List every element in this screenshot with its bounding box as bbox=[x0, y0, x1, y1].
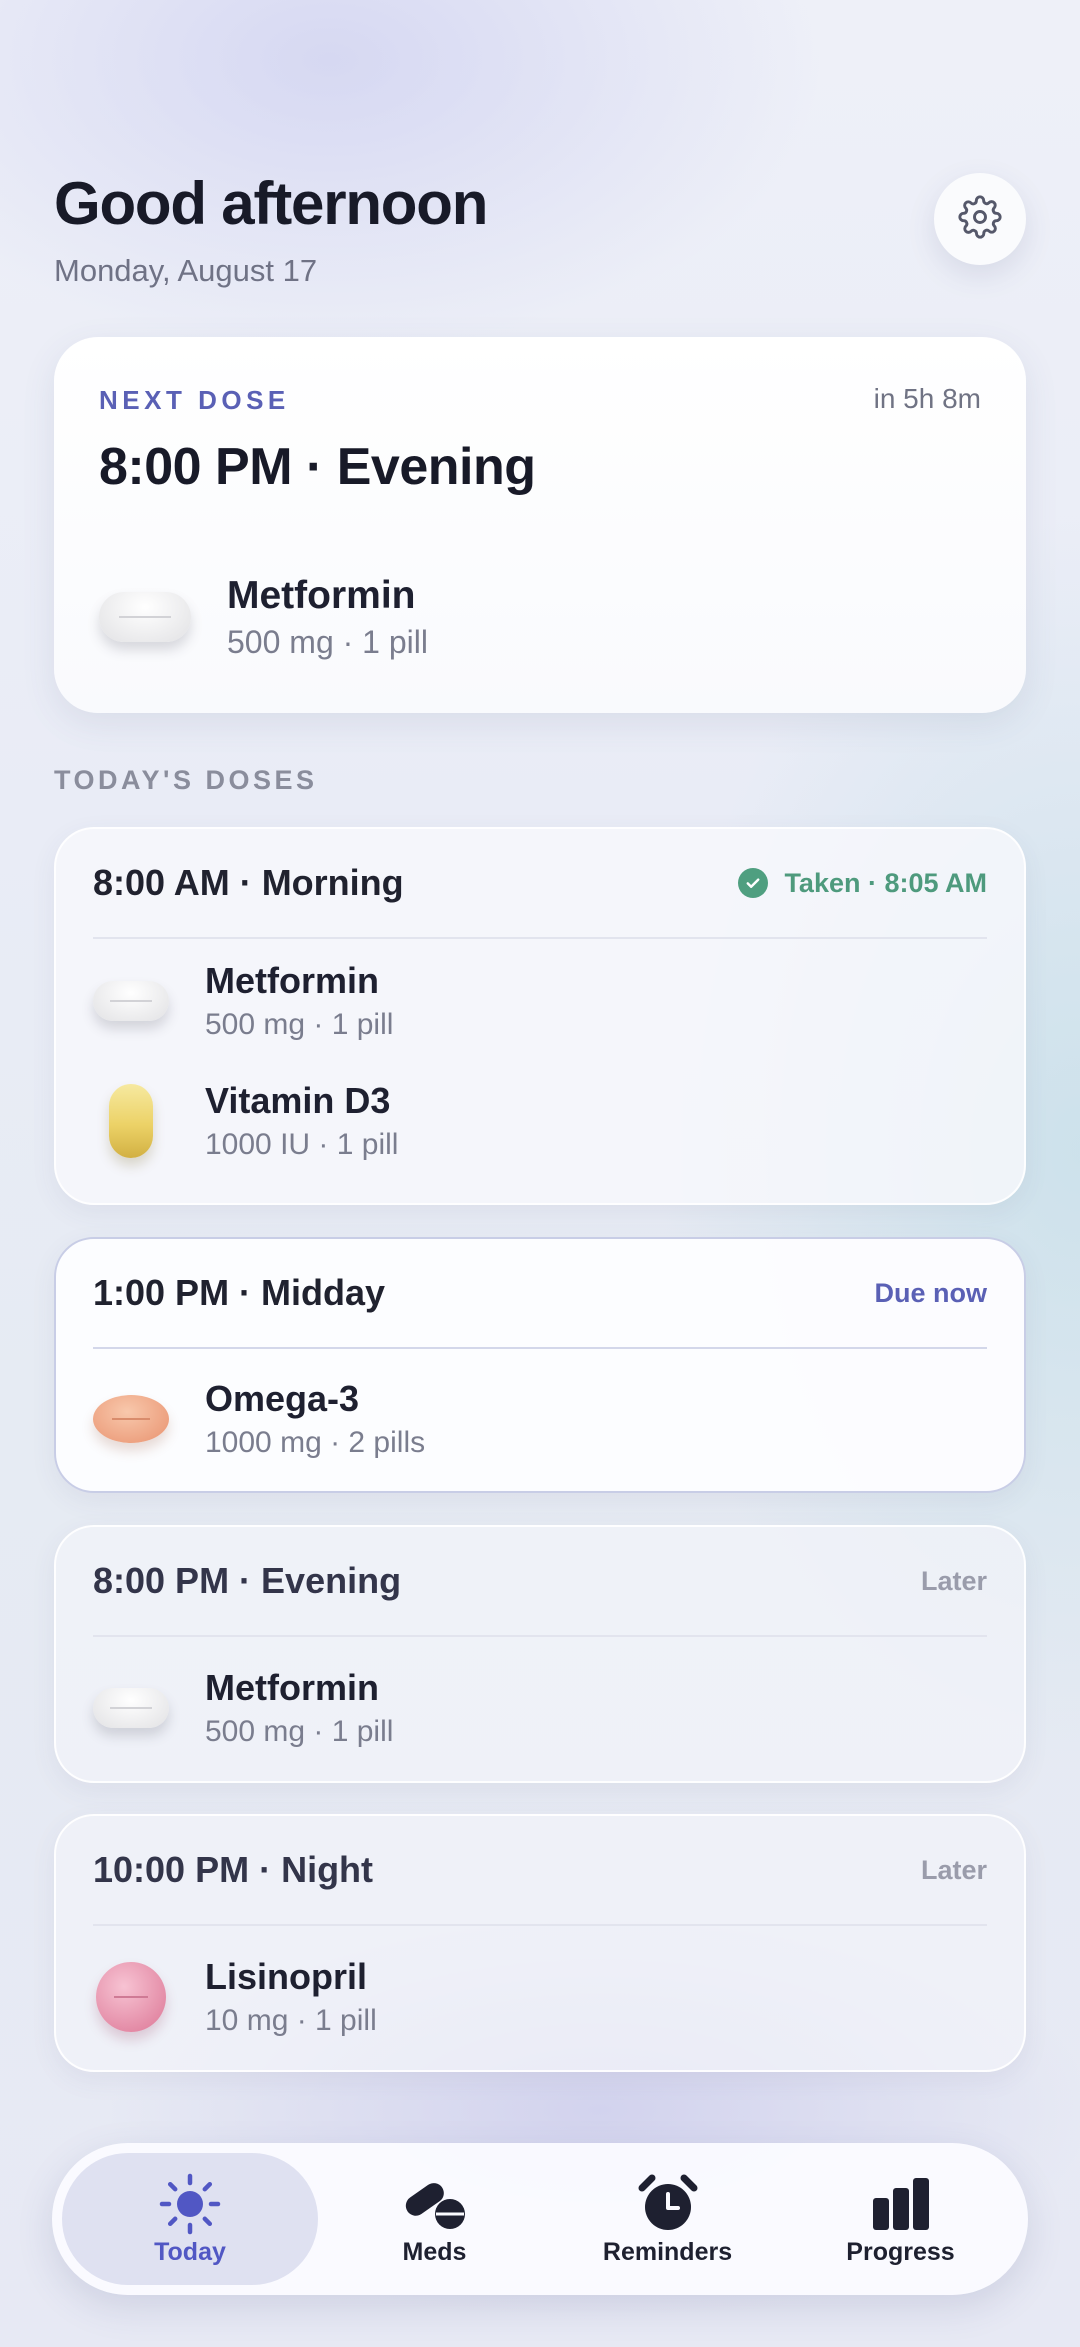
next-dose-card[interactable]: NEXT DOSE in 5h 8m 8:00 PM · Evening Met… bbox=[54, 337, 1026, 713]
section-title-todays-doses: TODAY'S DOSES bbox=[54, 765, 318, 795]
divider bbox=[93, 937, 987, 939]
tab-today[interactable]: Today bbox=[62, 2153, 318, 2285]
dose-time: 8:00 AM · Morning bbox=[93, 862, 404, 903]
status-badge: Later bbox=[920, 1565, 987, 1596]
bottom-tab-bar: Today Meds Reminders Progress bbox=[52, 2143, 1028, 2295]
orange-oval-pill bbox=[93, 1374, 169, 1464]
med-detail: 1000 IU · 1 pill bbox=[205, 1128, 399, 1161]
tab-label: Meds bbox=[402, 2237, 467, 2266]
next-dose-label: NEXT DOSE bbox=[99, 385, 290, 415]
list-item: Omega-3 1000 mg · 2 pills bbox=[56, 1349, 1024, 1489]
white-oval-pill bbox=[99, 572, 191, 662]
dose-card-midday[interactable]: 1:00 PM · Midday Due now Omega-3 1000 mg… bbox=[54, 1237, 1026, 1493]
date-subtitle: Monday, August 17 bbox=[54, 253, 318, 288]
greeting-title: Good afternoon bbox=[54, 170, 488, 237]
tab-label: Today bbox=[154, 2237, 226, 2266]
med-name: Vitamin D3 bbox=[205, 1080, 391, 1121]
dose-card-evening[interactable]: 8:00 PM · Evening Later Metformin 500 mg… bbox=[54, 1525, 1026, 1783]
pills-icon bbox=[400, 2172, 470, 2236]
tab-reminders[interactable]: Reminders bbox=[551, 2153, 784, 2285]
list-item: Metformin 500 mg · 1 pill bbox=[56, 941, 1024, 1061]
med-detail: 1000 mg · 2 pills bbox=[205, 1426, 426, 1459]
white-oval-pill bbox=[93, 1663, 169, 1753]
tab-label: Progress bbox=[846, 2237, 955, 2266]
yellow-capsule bbox=[93, 1076, 169, 1166]
dose-time: 8:00 PM · Evening bbox=[93, 1560, 402, 1601]
next-dose-time: 8:00 PM · Evening bbox=[99, 438, 536, 496]
med-detail: 500 mg · 1 pill bbox=[227, 623, 428, 660]
med-detail: 500 mg · 1 pill bbox=[205, 1008, 394, 1041]
med-detail: 500 mg · 1 pill bbox=[205, 1715, 394, 1748]
dose-time: 10:00 PM · Night bbox=[93, 1849, 374, 1890]
tab-progress[interactable]: Progress bbox=[784, 2153, 1017, 2285]
dose-card-morning[interactable]: 8:00 AM · Morning Taken · 8:05 AM Metfor… bbox=[54, 827, 1026, 1205]
tab-meds[interactable]: Meds bbox=[318, 2153, 551, 2285]
med-name: Metformin bbox=[227, 573, 416, 617]
dose-card-night[interactable]: 10:00 PM · Night Later Lisinopril 10 mg … bbox=[54, 1814, 1026, 2072]
list-item: Lisinopril 10 mg · 1 pill bbox=[56, 1926, 1024, 2068]
next-dose-eta: in 5h 8m bbox=[873, 383, 981, 414]
med-name: Metformin bbox=[205, 1667, 379, 1708]
status-text: Taken · 8:05 AM bbox=[784, 867, 987, 898]
list-item: Metformin 500 mg · 1 pill bbox=[56, 1637, 1024, 1779]
status-badge: Due now bbox=[874, 1277, 988, 1308]
med-name: Metformin bbox=[205, 960, 379, 1001]
header: Good afternoon Monday, August 17 bbox=[54, 170, 488, 289]
next-dose-med: Metformin 500 mg · 1 pill bbox=[99, 572, 428, 662]
alarm-clock-icon bbox=[636, 2172, 700, 2236]
pink-round-pill bbox=[93, 1952, 169, 2042]
white-oval-pill bbox=[93, 956, 169, 1046]
tab-label: Reminders bbox=[602, 2237, 733, 2266]
settings-button[interactable] bbox=[934, 173, 1026, 265]
sun-icon bbox=[158, 2172, 222, 2236]
med-name: Omega-3 bbox=[205, 1378, 360, 1419]
list-item: Vitamin D3 1000 IU · 1 pill bbox=[56, 1061, 1024, 1181]
bar-chart-icon bbox=[869, 2172, 933, 2236]
dose-time: 1:00 PM · Midday bbox=[93, 1272, 386, 1313]
med-detail: 10 mg · 1 pill bbox=[205, 2004, 377, 2037]
med-name: Lisinopril bbox=[205, 1956, 367, 1997]
check-circle-icon bbox=[738, 868, 769, 898]
status-badge: Taken · 8:05 AM bbox=[738, 868, 987, 899]
gear-icon bbox=[958, 194, 1002, 244]
status-badge: Later bbox=[920, 1854, 987, 1885]
